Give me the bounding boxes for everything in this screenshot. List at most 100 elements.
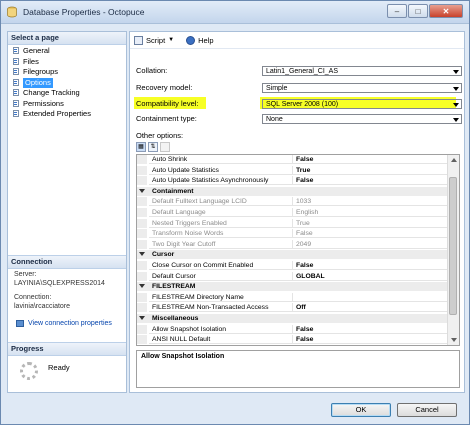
grid-toolbar: ▦ ⇅: [136, 142, 172, 152]
grid-property-value[interactable]: English: [293, 208, 449, 217]
grid-row-gutter: [137, 208, 147, 217]
containment-type-value: None: [266, 115, 283, 123]
grid-property-value[interactable]: True: [293, 166, 449, 175]
script-button[interactable]: Script ▼: [134, 35, 174, 45]
grid-property-row[interactable]: Nested Triggers Enabled True: [137, 218, 449, 228]
cancel-button[interactable]: Cancel: [397, 403, 457, 417]
grid-property-row[interactable]: FILESTREAM Directory Name: [137, 292, 449, 302]
grid-category-row[interactable]: FILESTREAM: [137, 282, 449, 292]
page-list: General Files Filegroups Options Change …: [8, 46, 126, 120]
grid-property-name: Allow Snapshot Isolation: [149, 324, 293, 334]
containment-type-select[interactable]: None: [262, 113, 462, 124]
grid-property-value[interactable]: 1033: [293, 197, 449, 207]
collapse-icon[interactable]: [139, 284, 145, 289]
grid-category-row[interactable]: Containment: [137, 186, 449, 196]
grid-property-name: FILESTREAM Non-Transacted Access: [149, 303, 293, 313]
grid-property-value[interactable]: False: [293, 325, 449, 334]
sidebar-item-label: Files: [23, 56, 39, 66]
collapse-icon[interactable]: [139, 316, 145, 320]
grid-property-name: Auto Update Statistics Asynchronously: [149, 176, 293, 186]
grid-property-row[interactable]: Auto Shrink False: [137, 155, 449, 164]
sidebar-item-label: Options: [23, 77, 53, 88]
grid-property-row[interactable]: Two Digit Year Cutoff 2049: [137, 239, 449, 249]
grid-property-value[interactable]: True: [293, 219, 449, 228]
grid-property-row[interactable]: Allow Snapshot Isolation False: [137, 324, 449, 334]
grid-row-gutter: [137, 271, 147, 281]
grid-property-name: Auto Update Statistics: [149, 165, 293, 175]
grid-category-label: Cursor: [152, 251, 175, 259]
grid-property-value[interactable]: False: [293, 176, 449, 186]
close-button[interactable]: ✕: [429, 4, 463, 18]
grid-property-row[interactable]: Close Cursor on Commit Enabled False: [137, 261, 449, 270]
window-title: Database Properties - Octopuce: [23, 7, 145, 17]
grid-category-label: Containment: [152, 187, 194, 195]
chevron-down-icon: [453, 69, 459, 74]
scroll-up-icon[interactable]: [448, 155, 459, 165]
grid-property-row[interactable]: Transform Noise Words False: [137, 229, 449, 239]
toolbar: Script ▼ Help: [130, 32, 464, 49]
recovery-model-select[interactable]: Simple: [262, 82, 462, 93]
grid-property-value[interactable]: GLOBAL: [293, 272, 449, 281]
grid-category-row[interactable]: Miscellaneous: [137, 314, 449, 323]
grid-property-value[interactable]: Off: [293, 303, 449, 313]
collapse-icon[interactable]: [139, 252, 145, 257]
grid-property-row[interactable]: Default Fulltext Language LCID 1033: [137, 197, 449, 207]
grid-row-gutter: [137, 176, 147, 186]
grid-property-row[interactable]: Auto Update Statistics Asynchronously Fal…: [137, 176, 449, 186]
compatibility-level-label: Compatibility level:: [136, 99, 199, 108]
grid-property-value[interactable]: False: [293, 335, 449, 345]
property-pages-button[interactable]: [160, 142, 170, 152]
sidebar-item-options[interactable]: Options: [12, 77, 126, 88]
grid-property-row[interactable]: Default Language English: [137, 208, 449, 217]
page-icon: [12, 68, 20, 76]
grid-property-name: ANSI NULL Default: [149, 335, 293, 345]
view-connection-properties-link[interactable]: View connection properties: [16, 320, 112, 327]
maximize-button[interactable]: □: [408, 4, 428, 18]
grid-row-gutter: [137, 155, 147, 164]
chevron-down-icon: [453, 86, 459, 91]
sidebar-item-general[interactable]: General: [12, 46, 126, 57]
grid-property-name: FILESTREAM Directory Name: [149, 292, 293, 302]
grid-row-gutter: [137, 261, 147, 270]
grid-property-name: Default Language: [149, 208, 293, 217]
grid-property-row[interactable]: Auto Update Statistics True: [137, 165, 449, 175]
grid-property-name: Default Fulltext Language LCID: [149, 197, 293, 207]
compatibility-level-select[interactable]: SQL Server 2008 (100): [262, 98, 462, 109]
sidebar-item-files[interactable]: Files: [12, 57, 126, 68]
title-bar[interactable]: Database Properties - Octopuce – □ ✕: [1, 1, 469, 24]
sidebar-item-filegroups[interactable]: Filegroups: [12, 67, 126, 78]
property-description: Allow Snapshot Isolation: [136, 350, 460, 388]
grid-scrollbar[interactable]: [447, 155, 459, 345]
grid-property-row[interactable]: FILESTREAM Non-Transacted Access Off: [137, 303, 449, 313]
help-button[interactable]: Help: [186, 35, 214, 45]
dialog-window: Database Properties - Octopuce – □ ✕ Sel…: [0, 0, 470, 425]
collation-select[interactable]: Latin1_General_CI_AS: [262, 65, 462, 76]
server-label: Server:: [14, 271, 37, 278]
sidebar-item-extended-properties[interactable]: Extended Properties: [12, 109, 126, 120]
grid-property-value[interactable]: False: [293, 261, 449, 270]
minimize-button[interactable]: –: [387, 4, 407, 18]
grid-property-value[interactable]: [293, 293, 449, 302]
alphabetical-view-button[interactable]: ⇅: [148, 142, 158, 152]
recovery-model-label: Recovery model:: [136, 83, 193, 92]
page-icon: [12, 89, 20, 97]
scroll-down-icon[interactable]: [448, 335, 459, 345]
scroll-thumb[interactable]: [449, 177, 457, 315]
sidebar-item-permissions[interactable]: Permissions: [12, 99, 126, 110]
collapse-icon[interactable]: [139, 188, 145, 193]
page-icon: [12, 78, 20, 87]
grid-property-name: Default Cursor: [149, 271, 293, 281]
grid-property-value[interactable]: False: [293, 155, 449, 164]
sidebar-item-change-tracking[interactable]: Change Tracking: [12, 88, 126, 99]
grid-category-row[interactable]: Cursor: [137, 250, 449, 260]
grid-property-value[interactable]: 2049: [293, 240, 449, 249]
progress-spinner-icon: [20, 362, 38, 380]
ok-button[interactable]: OK: [331, 403, 391, 417]
grid-property-value[interactable]: False: [293, 229, 449, 239]
close-icon: ✕: [442, 6, 450, 16]
grid-property-row[interactable]: ANSI NULL Default False: [137, 335, 449, 345]
grid-property-row[interactable]: Default Cursor GLOBAL: [137, 271, 449, 281]
grid-row-gutter: [137, 292, 147, 302]
categorized-view-button[interactable]: ▦: [136, 142, 146, 152]
minimize-icon: –: [394, 6, 400, 16]
